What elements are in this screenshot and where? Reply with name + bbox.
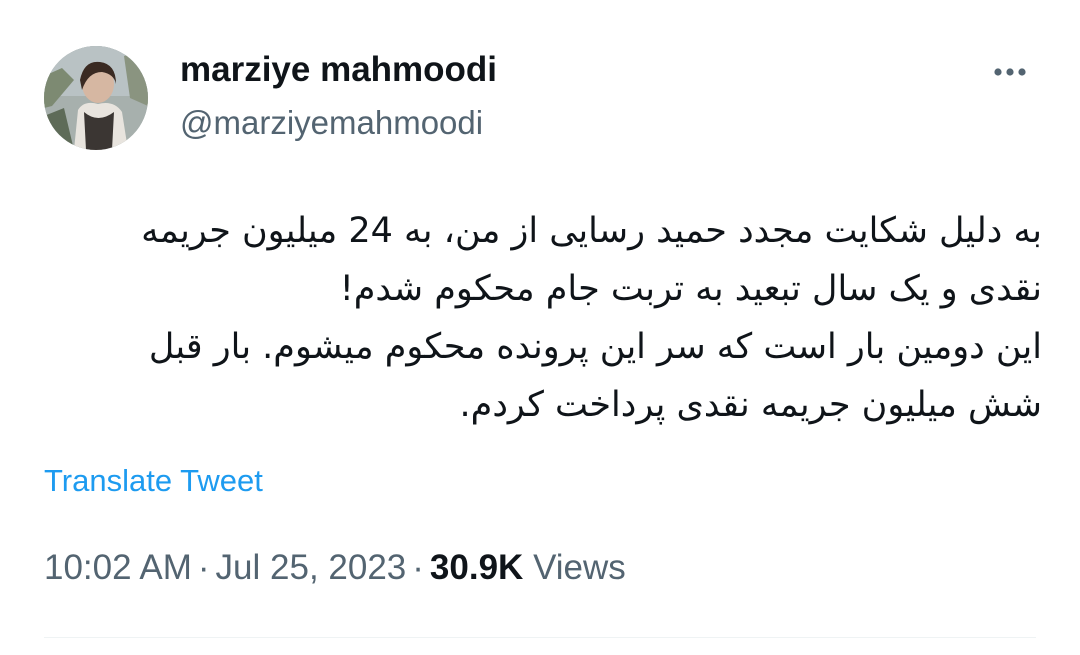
tweet-text-line: شش میلیون جریمه نقدی پرداخت کردم. (459, 385, 1042, 425)
more-options-button[interactable] (986, 52, 1034, 92)
author-handle[interactable]: @marziyemahmoodi (180, 104, 483, 142)
views-label: Views (533, 548, 626, 587)
tweet-text: به دلیل شکایت مجدد حمید رسایی از من، به … (46, 202, 1042, 434)
tweet-date[interactable]: Jul 25, 2023 (216, 548, 407, 587)
more-dots-icon (994, 68, 1026, 76)
meta-separator: · (197, 548, 210, 587)
meta-separator: · (412, 548, 424, 587)
avatar[interactable] (44, 46, 148, 150)
author-display-name[interactable]: marziye mahmoodi (180, 50, 497, 90)
tweet-time[interactable]: 10:02 AM (44, 548, 192, 587)
divider (44, 637, 1036, 638)
avatar-photo (44, 46, 148, 150)
translate-tweet-link[interactable]: Translate Tweet (44, 463, 263, 499)
tweet-text-line: این دومین بار است که سر این پرونده محکوم… (148, 327, 1042, 367)
views-count: 30.9K (429, 548, 524, 587)
tweet-meta: 10:02 AM · Jul 25, 2023 · 30.9K Views (44, 548, 626, 588)
tweet-text-line: به دلیل شکایت مجدد حمید رسایی از من، به … (141, 211, 1042, 251)
tweet-text-line: نقدی و یک سال تبعید به تربت جام محکوم شد… (339, 269, 1042, 309)
